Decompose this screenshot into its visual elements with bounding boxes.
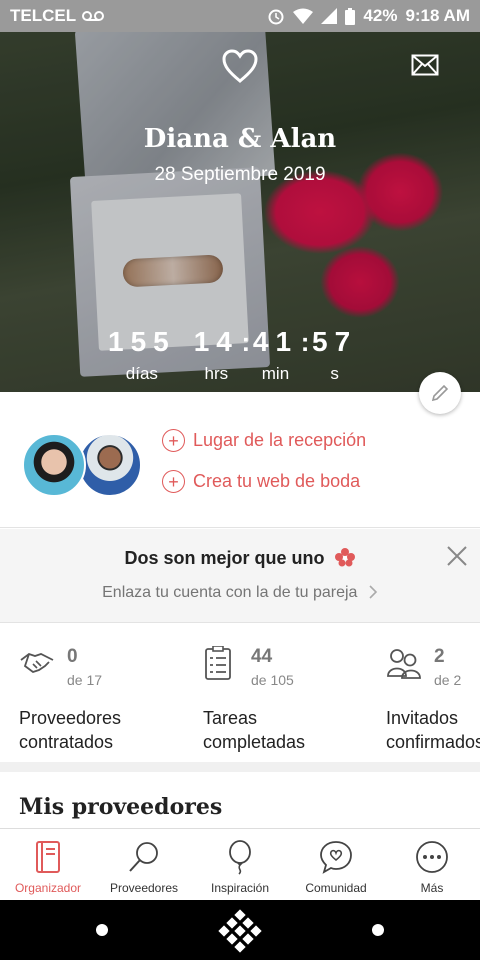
section-divider [0,762,480,772]
countdown: 155 días 14 hrs : 41 min : 57 s [108,326,358,384]
link-partner-banner[interactable]: Dos son mejor que uno Enlaza tu cuenta c… [0,529,480,623]
plus-circle-icon: + [162,470,185,493]
clock: 9:18 AM [405,6,470,25]
guests-icon [387,649,421,679]
countdown-hours-value: 14 [193,326,239,357]
handshake-icon [20,652,54,674]
stat-vendors-value: 0 [67,646,78,667]
heart-icon[interactable] [221,48,259,84]
couple-section: + Lugar de la recepción + Crea tu web de… [0,392,480,528]
countdown-hours-label: hrs [204,364,229,383]
battery-percent: 42% [363,6,398,25]
nav-organizer[interactable]: Organizador [0,829,96,900]
back-button[interactable] [96,924,108,936]
wifi-icon [293,8,314,24]
battery-icon [345,7,356,25]
countdown-seconds: 57 s [312,326,357,384]
status-bar: TELCEL 42% 9:18 AM [0,0,480,32]
bottom-navigation: Organizador Proveedores Inspiración Comu… [0,828,480,900]
nav-more[interactable]: Más [384,829,480,900]
my-vendors-title: Mis proveedores [19,794,223,820]
promo-subtitle[interactable]: Enlaza tu cuenta con la de tu pareja [0,584,480,602]
avatar-partner-1[interactable] [22,433,86,497]
stat-tasks-total: de 105 [251,672,294,688]
progress-stats: 0 de 17 Proveedores contratados 44 de 10… [0,624,480,762]
reception-venue-label: Lugar de la recepción [193,430,367,450]
signal-icon [321,8,338,24]
nav-inspiration[interactable]: Inspiración [192,829,288,900]
stat-vendors-label: Proveedores contratados [19,708,122,752]
close-icon[interactable] [446,545,468,567]
wedding-website-label: Crea tu web de boda [193,471,361,491]
reception-venue-link[interactable]: + Lugar de la recepción [162,429,366,452]
stat-guests-label: Invitados confirmados [386,708,480,752]
chevron-right-icon [369,585,378,599]
more-icon [416,841,448,873]
notebook-icon [36,841,60,873]
promo-title: Dos son mejor que uno [0,547,480,569]
countdown-minutes-value: 41 [252,326,299,357]
countdown-minutes-label: min [261,364,290,383]
couple-names: Diana & Alan [143,124,337,154]
stat-guests-total: de 2 [434,672,462,688]
balloon-icon [229,840,251,875]
countdown-days-value: 155 [108,326,176,357]
search-icon [129,842,158,872]
countdown-days-label: días [125,364,158,383]
edit-button[interactable] [419,372,461,414]
nav-inspiration-label: Inspiración [210,881,270,895]
recents-button[interactable] [372,924,384,936]
wedding-date: 28 Septiembre 2019 [154,164,326,185]
home-button-icon[interactable] [218,909,262,953]
nav-more-label: Más [420,881,444,895]
wedding-website-link[interactable]: + Crea tu web de boda [162,470,360,493]
countdown-seconds-value: 57 [312,326,358,357]
avatar-partner-2[interactable] [78,433,142,497]
carrier-label: TELCEL [10,6,77,25]
stat-guests-value: 2 [434,646,445,667]
countdown-minutes: 41 min [253,326,298,384]
system-navigation-bar [0,900,480,960]
nav-vendors[interactable]: Proveedores [96,829,192,900]
nav-community-label: Comunidad [305,881,367,895]
checklist-icon [205,646,231,680]
plus-circle-icon: + [162,429,185,452]
nav-organizer-label: Organizador [14,881,82,895]
flower-icon [334,548,355,567]
alarm-icon [268,9,284,25]
stat-tasks-value: 44 [251,646,273,667]
hero-banner: Diana & Alan 28 Septiembre 2019 155 días… [0,32,480,392]
chat-heart-icon [320,841,352,874]
nav-vendors-label: Proveedores [109,881,179,895]
stat-tasks-label: Tareas completadas [203,708,306,752]
countdown-seconds-label: s [330,364,339,383]
mail-icon[interactable] [411,54,439,76]
voicemail-icon [82,11,105,21]
pencil-icon [431,384,449,402]
nav-community[interactable]: Comunidad [288,829,384,900]
stat-vendors-total: de 17 [67,672,103,688]
countdown-days: 155 días [108,326,176,384]
countdown-hours: 14 hrs [194,326,239,384]
